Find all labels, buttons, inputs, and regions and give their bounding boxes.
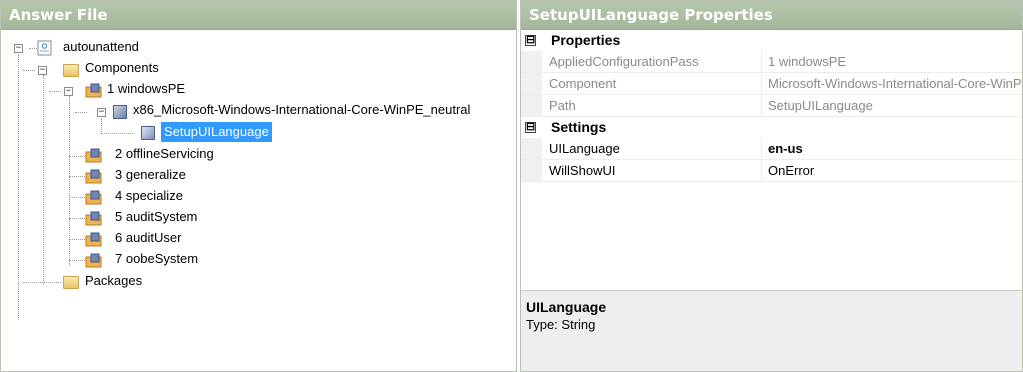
category-label: Settings: [551, 119, 607, 135]
configuration-pass-icon: [85, 232, 103, 248]
configuration-pass-icon: [85, 211, 103, 227]
folder-icon: [63, 64, 79, 77]
configuration-pass-icon: [85, 190, 103, 206]
collapse-component-toggle[interactable]: −: [97, 108, 106, 117]
tree-node-root[interactable]: autounattend: [63, 37, 139, 57]
answer-file-header: Answer File: [1, 1, 516, 30]
tree-node-pass-2[interactable]: 2 offlineServicing: [115, 144, 214, 164]
property-value: 1 windowsPE: [761, 51, 1023, 72]
collapse-root-toggle[interactable]: −: [14, 44, 23, 53]
setting-key: WillShowUI: [549, 163, 616, 178]
answer-file-pane: Answer File − autounattend − Components …: [0, 0, 517, 372]
setting-key: UILanguage: [549, 141, 620, 156]
tree-node-pass-3[interactable]: 3 generalize: [115, 165, 186, 185]
tree-node-component[interactable]: x86_Microsoft-Windows-International-Core…: [133, 100, 470, 120]
folder-icon: [63, 276, 79, 289]
setting-row-uilanguage[interactable]: UILanguage en-us: [521, 138, 1022, 160]
tree-node-pass-5[interactable]: 5 auditSystem: [115, 207, 197, 227]
component-icon: [113, 105, 127, 119]
category-label: Properties: [551, 32, 621, 48]
category-properties[interactable]: ⊟ Properties: [521, 30, 1022, 51]
tree-node-components[interactable]: Components: [85, 58, 159, 78]
property-key: Path: [549, 98, 576, 113]
property-row[interactable]: Component Microsoft-Windows-Internationa…: [521, 73, 1023, 95]
setting-row-willshowui[interactable]: WillShowUI OnError: [521, 160, 1022, 182]
configuration-pass-icon: [85, 148, 103, 164]
setting-value-input[interactable]: en-us: [761, 138, 1023, 159]
properties-pane: SetupUILanguage Properties ⊟ Properties …: [520, 0, 1023, 372]
configuration-pass-icon: [85, 169, 103, 185]
property-row[interactable]: AppliedConfigurationPass 1 windowsPE: [521, 51, 1022, 73]
property-key: Component: [549, 76, 617, 91]
property-value: Microsoft-Windows-International-Core-Win…: [761, 73, 1023, 94]
collapse-components-toggle[interactable]: −: [38, 66, 47, 75]
tree-node-pass-4[interactable]: 4 specialize: [115, 186, 183, 206]
configuration-pass-icon: [85, 83, 103, 99]
category-settings[interactable]: ⊟ Settings: [521, 117, 1022, 138]
tree-node-pass-6[interactable]: 6 auditUser: [115, 228, 181, 248]
configuration-pass-icon: [85, 253, 103, 269]
property-value: SetupUILanguage: [761, 95, 1023, 116]
tree-node-packages[interactable]: Packages: [85, 271, 142, 291]
collapse-windowspe-toggle[interactable]: −: [64, 87, 73, 96]
description-type: Type: String: [526, 317, 596, 332]
setting-icon: [141, 126, 155, 140]
property-grid: ⊟ Properties AppliedConfigurationPass 1 …: [521, 30, 1023, 182]
description-title: UILanguage: [526, 299, 607, 315]
answer-file-icon: [37, 40, 55, 56]
tree-node-pass-1[interactable]: 1 windowsPE: [107, 79, 185, 99]
properties-header: SetupUILanguage Properties: [521, 1, 1022, 30]
property-key: AppliedConfigurationPass: [549, 54, 699, 69]
collapse-category-icon[interactable]: ⊟: [525, 35, 536, 46]
tree-node-pass-7[interactable]: 7 oobeSystem: [115, 249, 198, 269]
property-row[interactable]: Path SetupUILanguage: [521, 95, 1022, 117]
description-panel: UILanguage Type: String: [521, 290, 1022, 371]
setting-value-input[interactable]: OnError: [761, 160, 1023, 181]
tree-node-setupuilanguage[interactable]: SetupUILanguage: [161, 122, 272, 142]
collapse-category-icon[interactable]: ⊟: [525, 122, 536, 133]
